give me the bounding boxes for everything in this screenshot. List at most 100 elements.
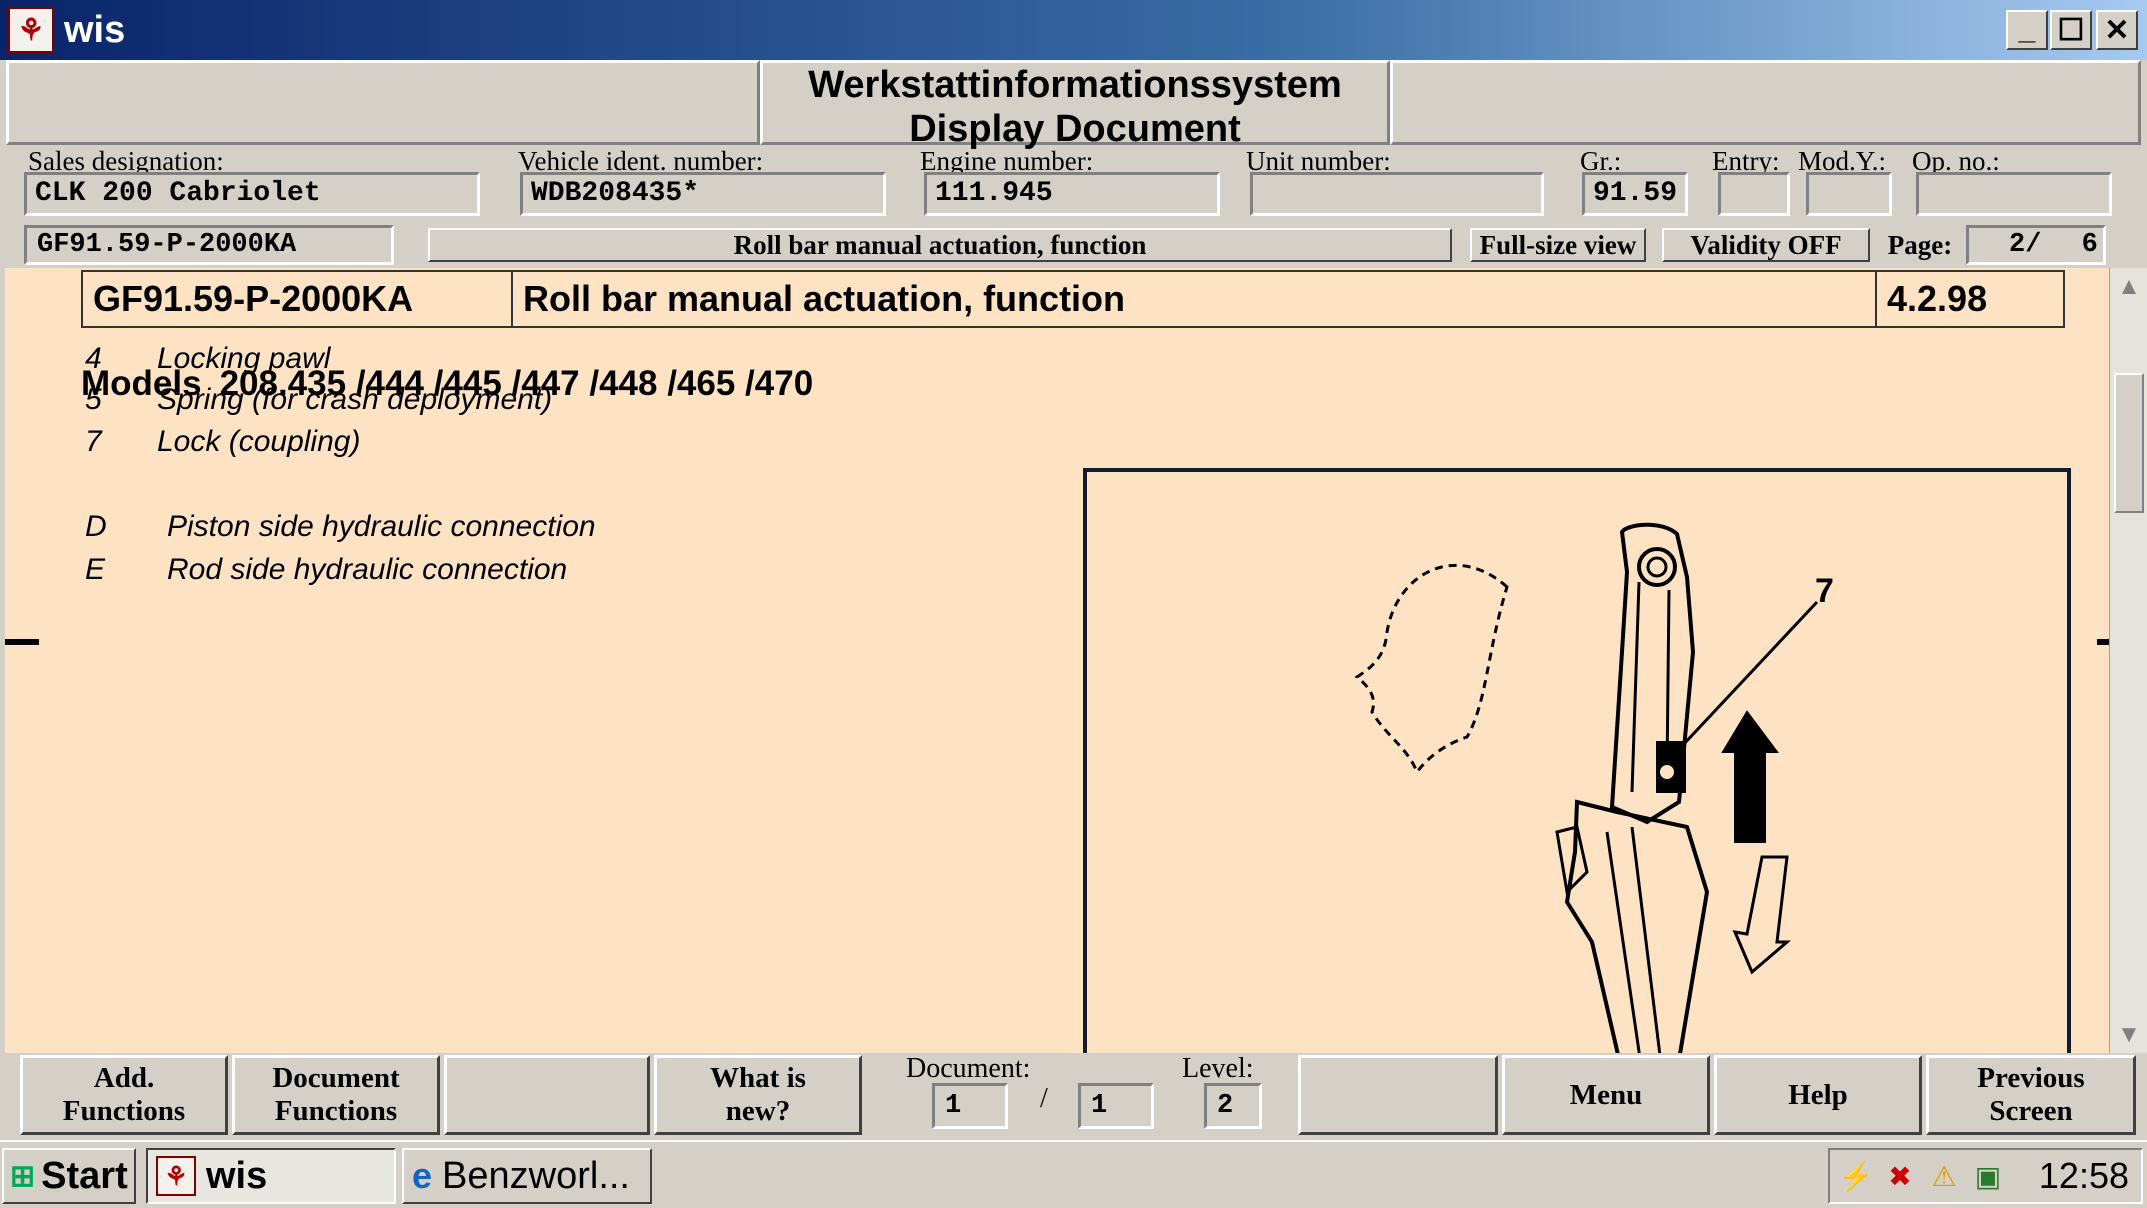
scroll-down-arrow-icon[interactable]: ▼ bbox=[2114, 1020, 2144, 1050]
system-name: Werkstattinformationssystem bbox=[808, 64, 1342, 106]
wis-app-icon: ⚘ bbox=[156, 1156, 196, 1196]
roll-bar-figure: 7 bbox=[1083, 468, 2071, 1053]
empty-button[interactable] bbox=[444, 1055, 650, 1135]
minimize-button[interactable]: _ bbox=[2006, 10, 2048, 50]
margin-mark-right bbox=[2097, 639, 2109, 645]
lock-pin bbox=[1658, 763, 1676, 781]
vertical-scrollbar[interactable]: ▲ ▼ bbox=[2109, 268, 2147, 1053]
document-total-field: 1 bbox=[1078, 1083, 1154, 1129]
document-code: GF91.59-P-2000KA bbox=[83, 272, 513, 326]
roll-bar-drawing: 7 bbox=[1354, 522, 1834, 1053]
document-functions-button[interactable]: Document Functions bbox=[232, 1055, 440, 1135]
clock: 12:58 bbox=[2038, 1155, 2129, 1196]
system-tray: ⚡ ✖ ⚠ ▣ 12:58 bbox=[1828, 1148, 2143, 1204]
taskbar-benzworld-button[interactable]: e Benzworl... bbox=[402, 1148, 652, 1204]
pivot-hole bbox=[1646, 556, 1668, 578]
document-current-field[interactable]: 1 bbox=[932, 1083, 1008, 1129]
bottom-button-bar: Add. Functions Document Functions What is n… bbox=[0, 1053, 2147, 1140]
level-field: 2 bbox=[1204, 1083, 1262, 1129]
entry-field[interactable] bbox=[1718, 172, 1790, 216]
document-title-bar[interactable]: Roll bar manual actuation, function bbox=[428, 228, 1452, 262]
previous-screen-line2: Screen bbox=[1989, 1095, 2073, 1127]
display-document-title: Display Document bbox=[909, 108, 1241, 150]
op-no-field[interactable] bbox=[1916, 172, 2112, 216]
page-current: 2/ bbox=[2009, 230, 2042, 260]
callout-7: 7 bbox=[1815, 572, 1834, 610]
lower-housing bbox=[1564, 799, 1710, 1053]
page-indicator: 2/ 6 bbox=[1966, 225, 2106, 265]
windows-logo-icon: ⊞ bbox=[10, 1159, 36, 1193]
document-code-field[interactable]: GF91.59-P-2000KA bbox=[24, 225, 394, 265]
network-icon[interactable]: ⚡ bbox=[1836, 1156, 1876, 1196]
header-band: Werkstattinformationssystem Display Docu… bbox=[0, 60, 2147, 150]
warning-icon[interactable]: ⚠ bbox=[1924, 1156, 1964, 1196]
document-content: GF91.59-P-2000KA Roll bar manual actuati… bbox=[5, 268, 2109, 1053]
whats-new-button[interactable]: What is new? bbox=[654, 1055, 862, 1135]
add-functions-line1: Add. bbox=[93, 1062, 155, 1094]
full-size-view-button[interactable]: Full-size view bbox=[1470, 228, 1646, 262]
legend-text: Spring (for crash deployment) bbox=[157, 383, 553, 416]
system-title: Werkstattinformationssystem Display Docu… bbox=[760, 60, 1390, 150]
legend-key: 5 bbox=[85, 383, 102, 416]
document-header-table: GF91.59-P-2000KA Roll bar manual actuati… bbox=[81, 270, 2065, 328]
taskbar-wis-label: wis bbox=[206, 1154, 268, 1197]
empty-button-2[interactable] bbox=[1298, 1055, 1498, 1135]
page-total: 6 bbox=[2081, 230, 2098, 260]
wis-app-icon[interactable]: ⚘ bbox=[8, 7, 54, 53]
window-title: wis bbox=[64, 8, 126, 51]
connection-text: Piston side hydraulic connection bbox=[167, 510, 596, 543]
legend-text: Lock (coupling) bbox=[157, 425, 361, 458]
add-functions-line2: Functions bbox=[62, 1095, 186, 1127]
start-button[interactable]: ⊞ Start bbox=[2, 1148, 136, 1204]
document-separator: / bbox=[1040, 1083, 1048, 1114]
document-functions-line1: Document bbox=[272, 1062, 400, 1094]
connection-key: D bbox=[85, 510, 107, 543]
engine-number-field[interactable]: 111.945 bbox=[924, 172, 1220, 216]
taskbar-wis-button[interactable]: ⚘ wis bbox=[146, 1148, 396, 1204]
whats-new-line1: What is bbox=[710, 1062, 806, 1094]
arm-inner-line bbox=[1630, 581, 1641, 793]
group-field[interactable]: 91.59 bbox=[1582, 172, 1688, 216]
start-label: Start bbox=[41, 1154, 128, 1197]
legend-key: 4 bbox=[85, 342, 102, 375]
scroll-up-arrow-icon[interactable]: ▲ bbox=[2114, 272, 2144, 302]
add-functions-button[interactable]: Add. Functions bbox=[20, 1055, 228, 1135]
scroll-thumb[interactable] bbox=[2114, 373, 2144, 513]
hardware-icon[interactable]: ▣ bbox=[1968, 1156, 2008, 1196]
document-date: 4.2.98 bbox=[1887, 278, 1988, 319]
previous-screen-line1: Previous bbox=[1977, 1062, 2085, 1094]
close-button[interactable]: ✕ bbox=[2096, 10, 2138, 50]
header-panel-left bbox=[6, 60, 760, 145]
whats-new-line2: new? bbox=[725, 1095, 791, 1127]
validity-off-button[interactable]: Validity OFF bbox=[1662, 228, 1870, 262]
legend-row-5: 5 Spring (for crash deployment) bbox=[85, 383, 552, 417]
previous-screen-button[interactable]: Previous Screen bbox=[1926, 1055, 2136, 1135]
title-bar: ⚘ wis _ ☐ ✕ bbox=[0, 0, 2147, 60]
up-arrow bbox=[1721, 710, 1779, 843]
menu-button[interactable]: Menu bbox=[1502, 1055, 1710, 1135]
document-title: Roll bar manual actuation, function bbox=[513, 272, 1877, 326]
legend-key: 7 bbox=[85, 425, 102, 458]
help-button[interactable]: Help bbox=[1714, 1055, 1922, 1135]
taskbar: ⊞ Start ⚘ wis e Benzworl... ⚡ ✖ ⚠ ▣ 12:5… bbox=[0, 1140, 2147, 1208]
level-label: Level: bbox=[1182, 1053, 1254, 1084]
sales-designation-field[interactable]: CLK 200 Cabriolet bbox=[24, 172, 480, 216]
vin-field[interactable]: WDB208435* bbox=[520, 172, 886, 216]
connection-key: E bbox=[85, 553, 106, 586]
model-year-field[interactable] bbox=[1806, 172, 1892, 216]
housing-line bbox=[1630, 826, 1662, 1053]
header-panel-right bbox=[1390, 60, 2141, 145]
document-label: Document: bbox=[906, 1053, 1031, 1084]
maximize-button[interactable]: ☐ bbox=[2050, 10, 2092, 50]
taskbar-benzworld-label: Benzworl... bbox=[442, 1154, 630, 1197]
connection-text: Rod side hydraulic connection bbox=[167, 553, 568, 586]
pivot-ring bbox=[1637, 547, 1677, 587]
margin-mark-left bbox=[5, 639, 39, 645]
down-arrow bbox=[1732, 855, 1792, 975]
unit-number-field[interactable] bbox=[1250, 172, 1544, 216]
network-disconnected-icon[interactable]: ✖ bbox=[1880, 1156, 1920, 1196]
legend-text: Locking pawl bbox=[157, 342, 331, 375]
internet-explorer-icon: e bbox=[412, 1155, 433, 1196]
legend-row-7: 7 Lock (coupling) bbox=[85, 425, 360, 459]
connection-row-d: D Piston side hydraulic connection bbox=[85, 510, 596, 544]
